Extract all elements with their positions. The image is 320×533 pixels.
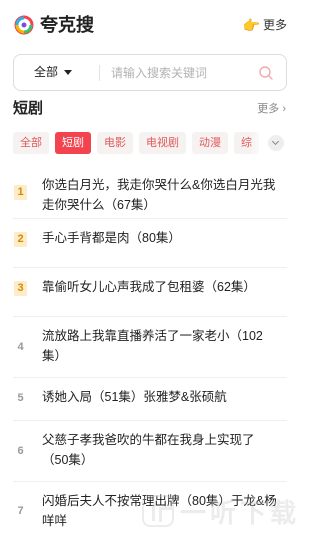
watermark-logo-icon: [142, 495, 174, 527]
watermark: 一听下载: [142, 494, 300, 528]
header-more-button[interactable]: 👉 更多: [243, 16, 287, 34]
tab-1[interactable]: 短剧: [55, 132, 91, 154]
list-item[interactable]: 2 手心手背都是肉（80集）: [0, 219, 300, 268]
tab-3[interactable]: 电视剧: [139, 132, 186, 154]
list-item[interactable]: 3 靠偷听女儿心声我成了包租婆（62集）: [0, 268, 300, 317]
chevron-down-icon[interactable]: [268, 135, 284, 151]
list-item-title: 诱她入局（51集）张雅梦&张硕航: [42, 390, 227, 404]
list-item[interactable]: 5 诱她入局（51集）张雅梦&张硕航: [0, 378, 300, 421]
rank-badge: 6: [17, 444, 24, 457]
app-header: 夸克搜 👉 更多: [0, 0, 300, 48]
list-item-title: 流放路上我靠直播养活了一家老小（102集）: [42, 329, 263, 363]
search-icon[interactable]: [258, 65, 274, 81]
list-item-title: 父慈子孝我爸吹的牛都在我身上实现了（50集）: [42, 433, 255, 467]
rank-badge: 1: [14, 184, 27, 200]
tab-2[interactable]: 电影: [97, 132, 133, 154]
rank-badge: 2: [14, 232, 27, 247]
section-header: 短剧 更多 ›: [0, 96, 300, 122]
search-bar: 全部: [13, 54, 287, 91]
rank-badge: 7: [17, 505, 24, 517]
tab-0[interactable]: 全部: [13, 132, 49, 154]
app-title: 夸克搜: [40, 15, 94, 35]
list-item[interactable]: 1 你选白月光，我走你哭什么&你选白月光我走你哭什么（67集）: [0, 166, 300, 219]
app-logo-icon: [14, 15, 34, 35]
list-item-title: 你选白月光，我走你哭什么&你选白月光我走你哭什么（67集）: [42, 178, 276, 212]
list-item[interactable]: 6 父慈子孝我爸吹的牛都在我身上实现了（50集）: [0, 421, 300, 482]
section-title: 短剧: [13, 100, 44, 117]
search-scope-label: 全部: [34, 65, 59, 79]
search-scope-dropdown[interactable]: 全部: [34, 55, 73, 90]
rank-badge: 3: [14, 281, 27, 296]
search-input[interactable]: [111, 55, 256, 90]
tab-4[interactable]: 动漫: [192, 132, 228, 154]
rank-badge: 4: [17, 340, 24, 353]
caret-down-icon: [64, 70, 73, 75]
search-divider: [99, 65, 100, 81]
watermark-text: 一听下载: [180, 497, 301, 528]
header-more-label: 更多: [262, 18, 287, 32]
list-item[interactable]: 4 流放路上我靠直播养活了一家老小（102集）: [0, 317, 300, 378]
section-more-link[interactable]: 更多 ›: [257, 101, 286, 117]
pointing-hand-icon: 👉: [242, 17, 260, 33]
list-item-title: 靠偷听女儿心声我成了包租婆（62集）: [42, 280, 256, 294]
category-tabs: 全部 短剧 电影 电视剧 动漫综: [13, 132, 288, 156]
list-item-title: 手心手背都是肉（80集）: [42, 231, 181, 245]
rank-badge: 5: [17, 392, 24, 404]
